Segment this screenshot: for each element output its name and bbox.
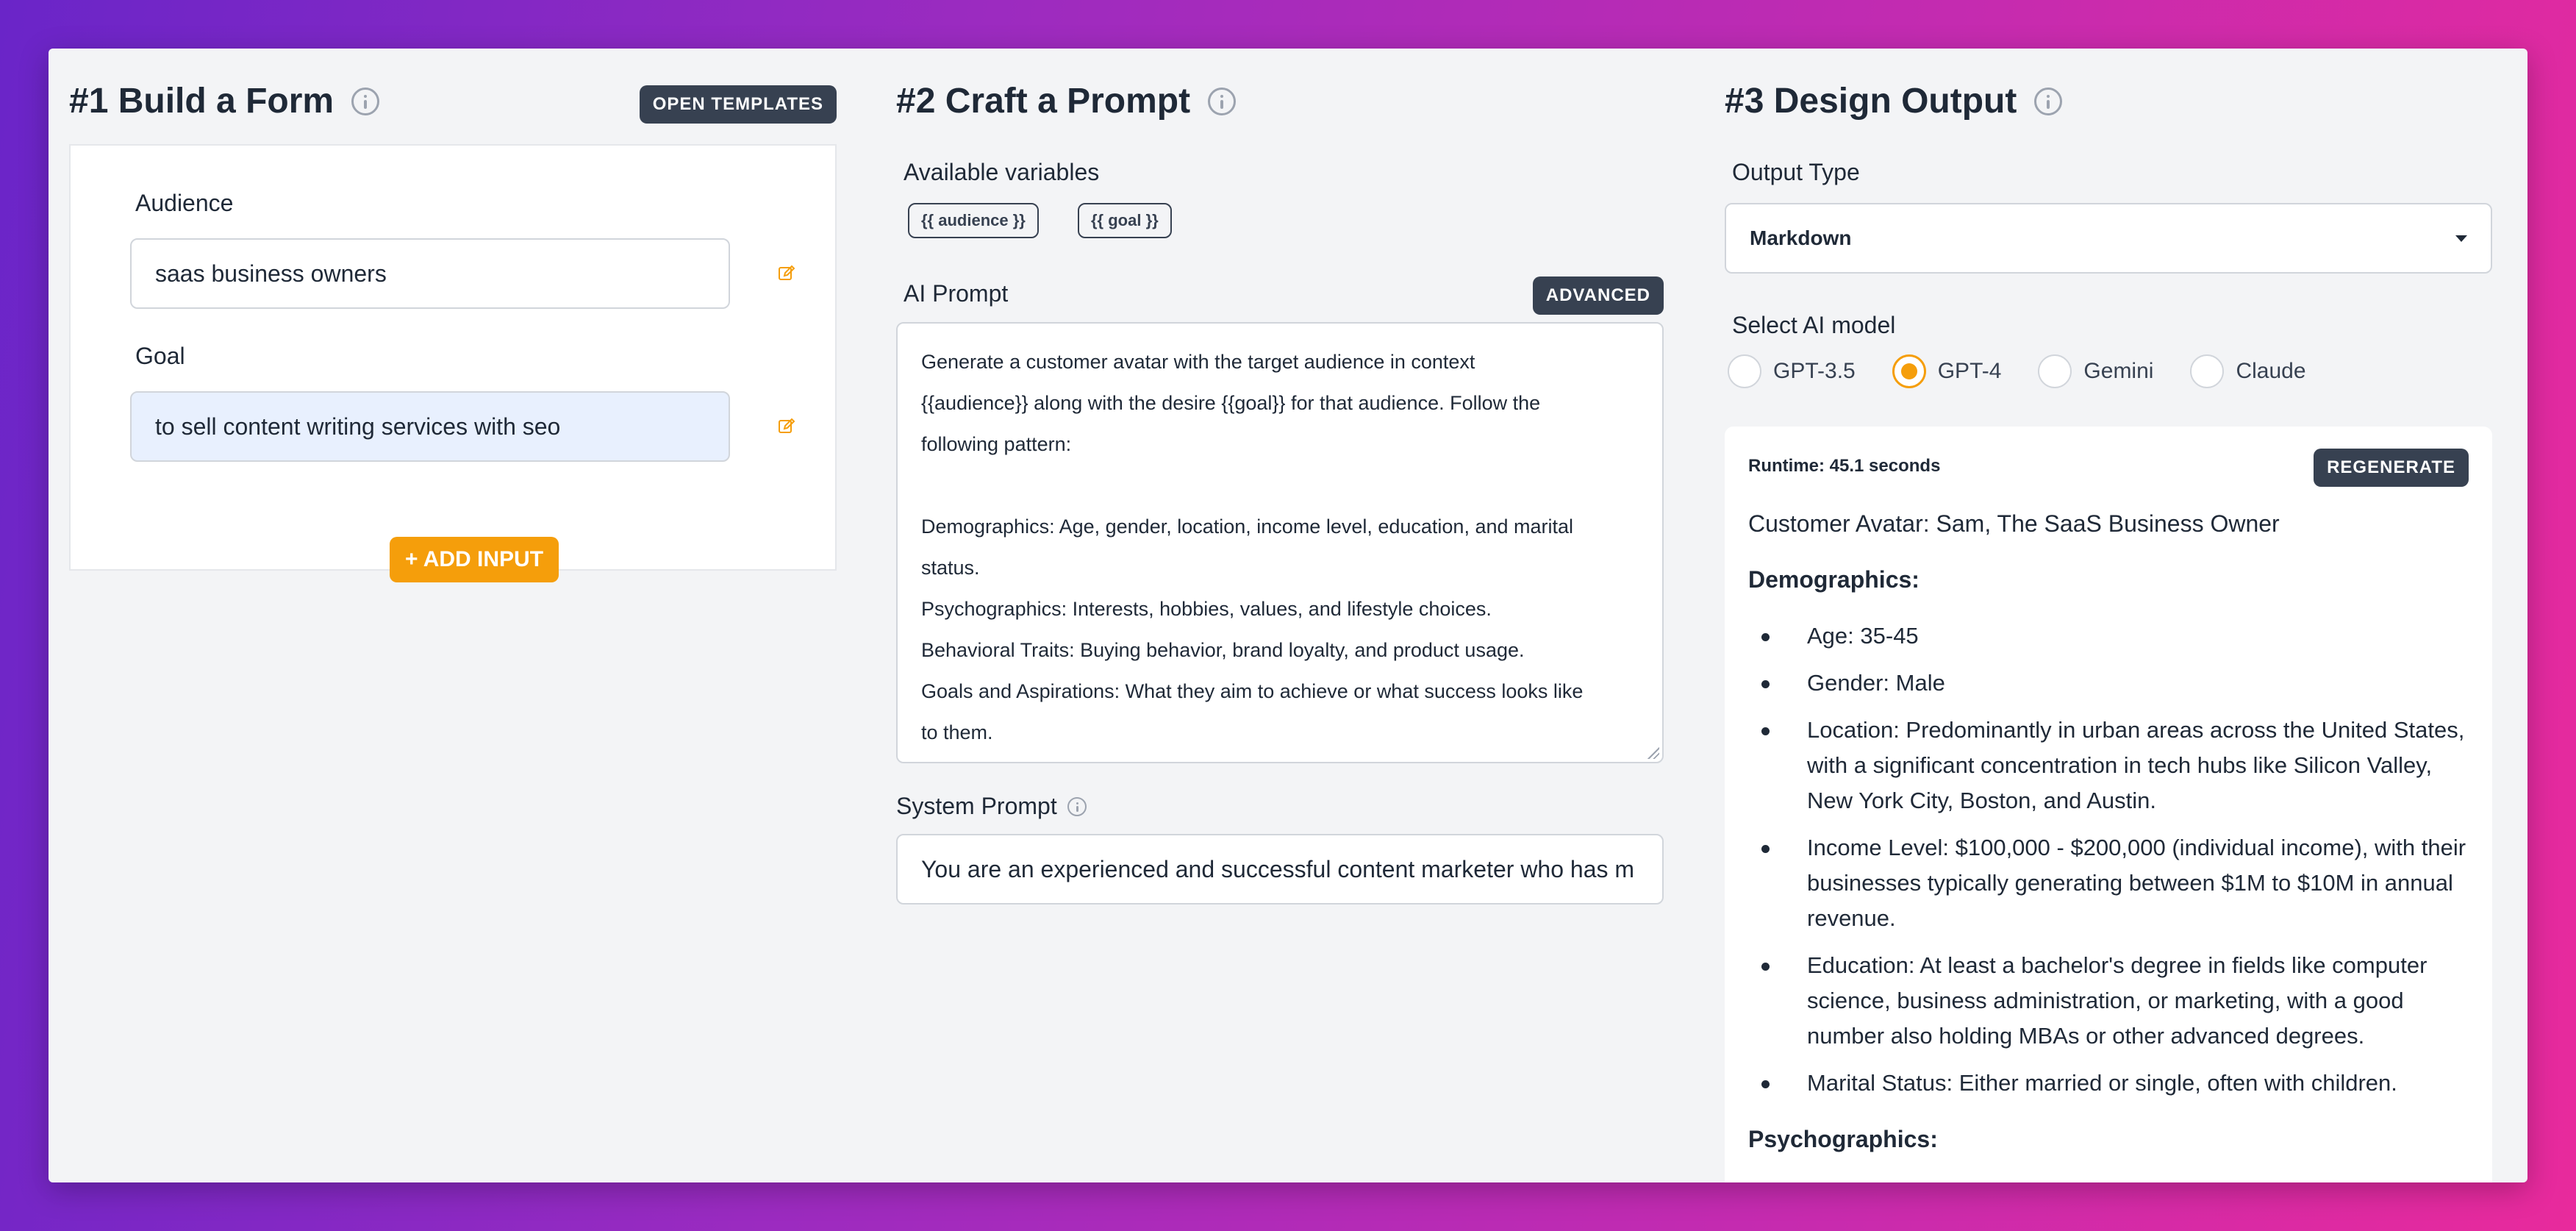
regenerate-button[interactable]: REGENERATE — [2314, 449, 2469, 487]
list-item: Marital Status: Either married or single… — [1759, 1066, 2469, 1101]
ai-prompt-label: AI Prompt — [904, 280, 1009, 307]
craft-prompt-column: #2 Craft a Prompt Available variables {{… — [896, 49, 1664, 1182]
design-output-column: #3 Design Output Output Type Markdown Se… — [1725, 49, 2508, 1182]
prompt-line: to them. — [921, 721, 993, 743]
resize-handle[interactable] — [1647, 747, 1659, 759]
system-prompt-input[interactable]: You are an experienced and successful co… — [896, 834, 1664, 904]
design-output-header: #3 Design Output — [1725, 49, 2508, 159]
info-icon[interactable] — [1208, 87, 1237, 115]
design-output-title-text: #3 Design Output — [1725, 82, 2017, 121]
build-form-title-text: #1 Build a Form — [69, 82, 334, 121]
info-icon[interactable] — [1067, 796, 1087, 816]
system-prompt-label-text: System Prompt — [896, 793, 1057, 819]
ai-prompt-textarea[interactable]: Generate a customer avatar with the targ… — [896, 322, 1664, 763]
build-form-header: #1 Build a Form OPEN TEMPLATES — [69, 49, 837, 159]
radio-gpt-4[interactable]: GPT-4 — [1892, 354, 2002, 388]
craft-prompt-title: #2 Craft a Prompt — [896, 81, 1237, 121]
prompt-line: Challenges and Pain Points: Problems the… — [921, 753, 1639, 762]
info-icon[interactable] — [351, 87, 380, 115]
radio-label: Claude — [2236, 359, 2306, 383]
advanced-button[interactable]: ADVANCED — [1532, 276, 1664, 315]
edit-icon[interactable] — [778, 418, 795, 435]
radio-circle[interactable] — [2190, 354, 2225, 388]
prompt-line: status. — [921, 557, 980, 579]
craft-prompt-title-text: #2 Craft a Prompt — [896, 82, 1191, 121]
list-item: Age: 35-45 — [1759, 618, 2469, 654]
demographics-list: Age: 35-45 Gender: Male Location: Predom… — [1759, 618, 2469, 1101]
radio-label: GPT-4 — [1937, 359, 2002, 383]
radio-label: GPT-3.5 — [1773, 359, 1856, 383]
prompt-line: Goals and Aspirations: What they aim to … — [921, 680, 1584, 702]
runtime-text: Runtime: 45.1 seconds — [1748, 456, 1941, 476]
build-form-column: #1 Build a Form OPEN TEMPLATES Audience … — [69, 49, 837, 1182]
prompt-line: {{audience}} along with the desire {{goa… — [921, 392, 1541, 414]
prompt-line: Generate a customer avatar with the targ… — [921, 351, 1475, 373]
prompt-line: Behavioral Traits: Buying behavior, bran… — [921, 639, 1525, 661]
model-radio-group: GPT-3.5 GPT-4 Gemini Claude — [1728, 354, 2343, 388]
radio-label: Gemini — [2083, 359, 2154, 383]
output-type-label: Output Type — [1732, 159, 1860, 185]
prompt-line: Demographics: Age, gender, location, inc… — [921, 515, 1574, 538]
app-window: #1 Build a Form OPEN TEMPLATES Audience … — [49, 49, 2527, 1182]
variables-label: Available variables — [904, 159, 1100, 185]
craft-prompt-header: #2 Craft a Prompt — [896, 49, 1664, 159]
list-item: Gender: Male — [1759, 666, 2469, 701]
system-prompt-label: System Prompt — [896, 793, 1087, 820]
goal-label: Goal — [135, 343, 185, 369]
design-output-title: #3 Design Output — [1725, 81, 2063, 121]
output-type-value: Markdown — [1750, 226, 1852, 249]
result-card: Runtime: 45.1 seconds REGENERATE Custome… — [1725, 427, 2492, 1182]
prompt-line: Psychographics: Interests, hobbies, valu… — [921, 598, 1492, 620]
list-item: Income Level: $100,000 - $200,000 (indiv… — [1759, 830, 2469, 936]
form-card: Audience saas business owners Goal to se… — [69, 144, 837, 582]
model-select-label: Select AI model — [1732, 312, 1896, 338]
result-title: Customer Avatar: Sam, The SaaS Business … — [1748, 510, 2280, 537]
radio-claude[interactable]: Claude — [2190, 354, 2306, 388]
list-item: Location: Predominantly in urban areas a… — [1759, 713, 2469, 818]
radio-gemini[interactable]: Gemini — [2038, 354, 2153, 388]
result-body: Customer Avatar: Sam, The SaaS Business … — [1748, 507, 2469, 1178]
build-form-title: #1 Build a Form — [69, 81, 380, 121]
output-type-select[interactable]: Markdown — [1725, 203, 2492, 274]
prompt-line — [921, 465, 1639, 506]
audience-label: Audience — [135, 190, 234, 216]
audience-input[interactable]: saas business owners — [130, 238, 730, 309]
chevron-down-icon — [2455, 235, 2467, 242]
radio-circle[interactable] — [1728, 354, 1761, 388]
radio-gpt-3-5[interactable]: GPT-3.5 — [1728, 354, 1856, 388]
edit-icon[interactable] — [778, 265, 795, 282]
prompt-line: following pattern: — [921, 433, 1072, 455]
psychographics-heading: Psychographics: — [1748, 1126, 1938, 1152]
goal-input[interactable]: to sell content writing services with se… — [130, 391, 730, 462]
open-templates-button[interactable]: OPEN TEMPLATES — [639, 85, 837, 124]
list-item: Education: At least a bachelor's degree … — [1759, 948, 2469, 1054]
demographics-heading: Demographics: — [1748, 566, 1920, 593]
radio-circle[interactable] — [1892, 354, 1926, 388]
variable-chip-audience[interactable]: {{ audience }} — [908, 203, 1039, 238]
radio-circle[interactable] — [2038, 354, 2072, 388]
add-input-button[interactable]: + ADD INPUT — [390, 537, 559, 582]
variable-chip-goal[interactable]: {{ goal }} — [1078, 203, 1172, 238]
info-icon[interactable] — [2034, 87, 2063, 115]
